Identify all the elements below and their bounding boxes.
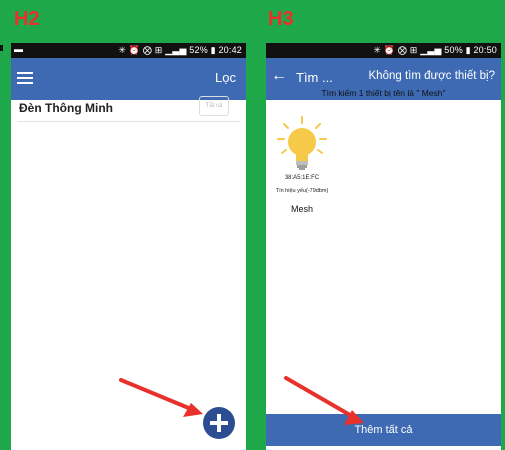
h2-phone-screen: ▬ ✳ ⏰ ⨂ ⊞ ▁▃▅ 52% ▮ 20:42 Lọc Đèn Thông …: [11, 43, 246, 450]
pointer-arrow-icon: [284, 376, 364, 425]
label-h3: H3: [268, 8, 294, 30]
pointer-arrow-icon: [119, 378, 203, 417]
h3-phone-screen: ✳ ⏰ ⨂ ⊞ ▁▃▅ 50% ▮ 20:50 ← Tìm ... Không …: [266, 43, 501, 450]
add-device-button[interactable]: [203, 407, 235, 439]
screen-edge-mark: [0, 45, 3, 51]
label-h2: H2: [14, 8, 40, 30]
